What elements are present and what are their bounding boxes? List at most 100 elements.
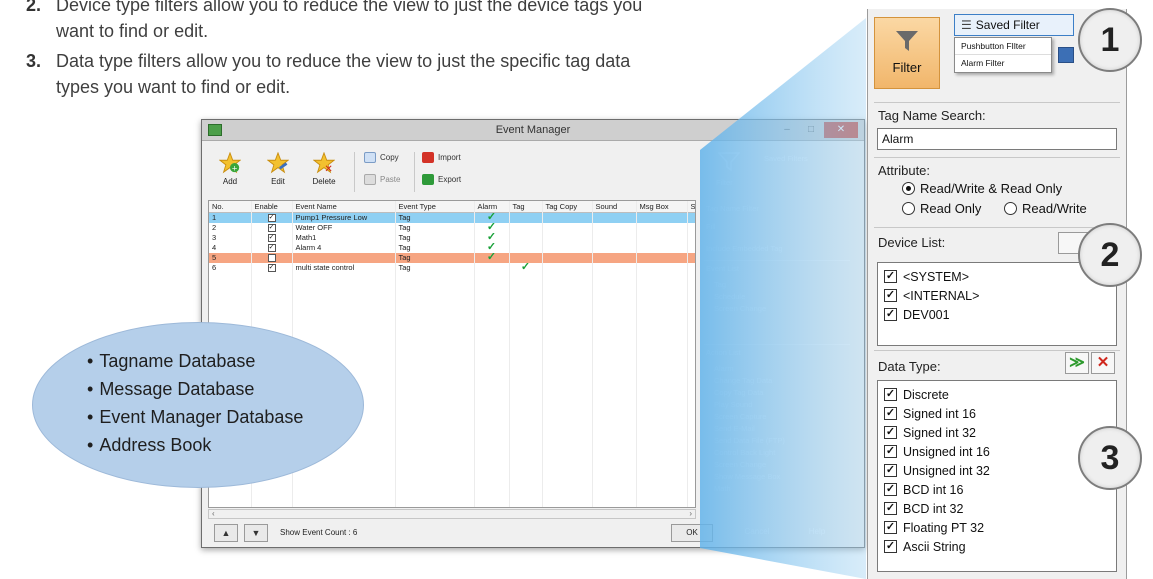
checkbox-checked-icon[interactable]: ✓: [884, 483, 897, 496]
checkbox-checked-icon[interactable]: ✓: [884, 540, 897, 553]
column-header-alarm[interactable]: Alarm: [474, 201, 509, 213]
action-item[interactable]: Send Data File (FTP): [714, 436, 785, 445]
row-number: 6: [209, 263, 251, 273]
action-item[interactable]: Control Back Light: [714, 448, 775, 457]
column-header-event-type[interactable]: Event Type: [395, 201, 474, 213]
event-item[interactable]: Tag: [714, 280, 726, 289]
add-button[interactable]: + Add: [210, 148, 250, 186]
column-header-msg-box[interactable]: Msg Box: [636, 201, 687, 213]
sound-cell: [592, 223, 636, 233]
checkbox-checked-icon[interactable]: ✓: [884, 289, 897, 302]
checkbox-checked-icon[interactable]: ✓: [884, 502, 897, 515]
include-embedded-checkbox[interactable]: Include Embedded Tag: [706, 244, 783, 253]
checkbox-checked-icon[interactable]: ✓: [268, 224, 276, 232]
data-type-item[interactable]: ✓Ascii String: [878, 537, 1116, 556]
data-type-item[interactable]: ✓Floating PT 32: [878, 518, 1116, 537]
checkbox-checked-icon[interactable]: ✓: [884, 426, 897, 439]
table-row[interactable]: 4✓Alarm 4Tag✓: [209, 243, 696, 253]
filter-panel: Filter ☰Saved Filter Pushbutton FIlter A…: [867, 9, 1127, 579]
attr-radio-read-write-and-read-only[interactable]: Read/Write & Read Only: [902, 181, 1062, 196]
fill-dropdown[interactable]: Fill: [706, 222, 716, 231]
data-type-item[interactable]: ✓Signed int 32: [878, 423, 1116, 442]
column-header-sound[interactable]: Sound: [592, 201, 636, 213]
action-item[interactable]: Math: [714, 484, 731, 493]
table-header-row: No. Enable Event Name Event Type Alarm T…: [209, 201, 696, 213]
checkbox-empty-icon[interactable]: [268, 254, 276, 262]
device-item[interactable]: ✓<INTERNAL>: [878, 286, 1116, 305]
delete-button[interactable]: ✕ Delete: [304, 148, 344, 186]
table-row[interactable]: 1✓Pump1 Pressure LowTag✓: [209, 213, 696, 223]
paste-button[interactable]: Paste: [364, 174, 400, 185]
action-item[interactable]: Change Tag Data: [714, 376, 772, 385]
action-item[interactable]: Screen Change: [714, 460, 766, 469]
action-item[interactable]: Copy Tag Data: [714, 388, 763, 397]
column-header-s[interactable]: S: [687, 201, 696, 213]
saved-filter-item[interactable]: Pushbutton FIlter: [955, 38, 1051, 55]
action-item[interactable]: Play Sound: [714, 400, 752, 409]
delete-star-icon: ✕: [313, 152, 335, 174]
export-button[interactable]: Export: [422, 174, 461, 185]
table-row[interactable]: 6✓multi state controlTag✓: [209, 263, 696, 273]
data-type-item[interactable]: ✓Signed int 16: [878, 404, 1116, 423]
saved-filter-item[interactable]: Alarm Filter: [955, 55, 1051, 72]
move-up-button[interactable]: ▲: [214, 524, 238, 542]
data-type-item[interactable]: ✓BCD int 16: [878, 480, 1116, 499]
table-row[interactable]: 2✓Water OFFTag✓: [209, 223, 696, 233]
checkbox-checked-icon[interactable]: ✓: [884, 270, 897, 283]
event-count: Show Event Count : 6: [280, 528, 357, 537]
scroll-right-icon[interactable]: ›: [689, 509, 692, 518]
clear-all-icon[interactable]: ✕: [1091, 352, 1115, 374]
table-row[interactable]: 3✓Math1Tag✓: [209, 233, 696, 243]
enable-cell: ✓: [251, 243, 292, 253]
column-header-enable[interactable]: Enable: [251, 201, 292, 213]
copy-button[interactable]: Copy: [364, 152, 399, 163]
maximize-button[interactable]: □: [800, 122, 822, 138]
scroll-left-icon[interactable]: ‹: [212, 509, 215, 518]
save-filter-icon[interactable]: [1058, 47, 1074, 63]
checkbox-checked-icon[interactable]: ✓: [884, 308, 897, 321]
event-item[interactable]: Screen Change: [714, 304, 766, 313]
horizontal-scrollbar[interactable]: ‹ ›: [208, 509, 696, 519]
filter-button[interactable]: Filter: [874, 17, 940, 89]
device-item[interactable]: ✓DEV001: [878, 305, 1116, 324]
tag-name-search-input[interactable]: Alarm: [877, 128, 1117, 150]
checkbox-checked-icon[interactable]: ✓: [884, 521, 897, 534]
tag-copy-cell: [542, 253, 592, 263]
column-header-event-name[interactable]: Event Name: [292, 201, 395, 213]
attr-radio-read-write[interactable]: Read/Write: [1004, 201, 1087, 216]
column-header-no[interactable]: No.: [209, 201, 251, 213]
checkbox-checked-icon[interactable]: ✓: [884, 464, 897, 477]
checkbox-checked-icon[interactable]: ✓: [268, 234, 276, 242]
event-type-cell: Tag: [395, 213, 474, 223]
move-down-button[interactable]: ▼: [244, 524, 268, 542]
action-item[interactable]: Screen Capture: [714, 412, 767, 421]
checkbox-checked-icon[interactable]: ✓: [884, 445, 897, 458]
checkbox-checked-icon[interactable]: ✓: [884, 388, 897, 401]
action-item[interactable]: Show Message Box: [714, 472, 780, 481]
select-all-icon[interactable]: ≫: [1065, 352, 1089, 374]
column-header-tag-copy[interactable]: Tag Copy: [542, 201, 592, 213]
callout-badge-3: 3: [1078, 426, 1142, 490]
close-button[interactable]: ✕: [824, 122, 858, 138]
data-type-item[interactable]: ✓BCD int 32: [878, 499, 1116, 518]
help-button[interactable]: Help: [795, 524, 839, 542]
event-item[interactable]: Schedule: [714, 292, 745, 301]
svg-text:+: +: [232, 163, 238, 172]
checkbox-checked-icon[interactable]: ✓: [884, 407, 897, 420]
column-header-tag[interactable]: Tag: [509, 201, 542, 213]
ok-button[interactable]: OK: [671, 524, 713, 542]
checkbox-checked-icon[interactable]: ✓: [268, 264, 276, 272]
checkbox-checked-icon[interactable]: ✓: [268, 244, 276, 252]
device-item[interactable]: ✓<SYSTEM>: [878, 267, 1116, 286]
action-item[interactable]: Send E-Mail: [714, 424, 755, 433]
minimize-button[interactable]: –: [776, 122, 798, 138]
action-item[interactable]: Alarm: [714, 364, 734, 373]
table-row[interactable]: 5Tag✓: [209, 253, 696, 263]
import-button[interactable]: Import: [422, 152, 461, 163]
saved-filters-dropdown[interactable]: ☰Saved Filter: [954, 14, 1074, 36]
checkbox-checked-icon[interactable]: ✓: [268, 214, 276, 222]
edit-button[interactable]: Edit: [258, 148, 298, 186]
cancel-button[interactable]: Cancel: [735, 524, 779, 542]
data-type-item[interactable]: ✓Discrete: [878, 385, 1116, 404]
attr-radio-read-only[interactable]: Read Only: [902, 201, 981, 216]
